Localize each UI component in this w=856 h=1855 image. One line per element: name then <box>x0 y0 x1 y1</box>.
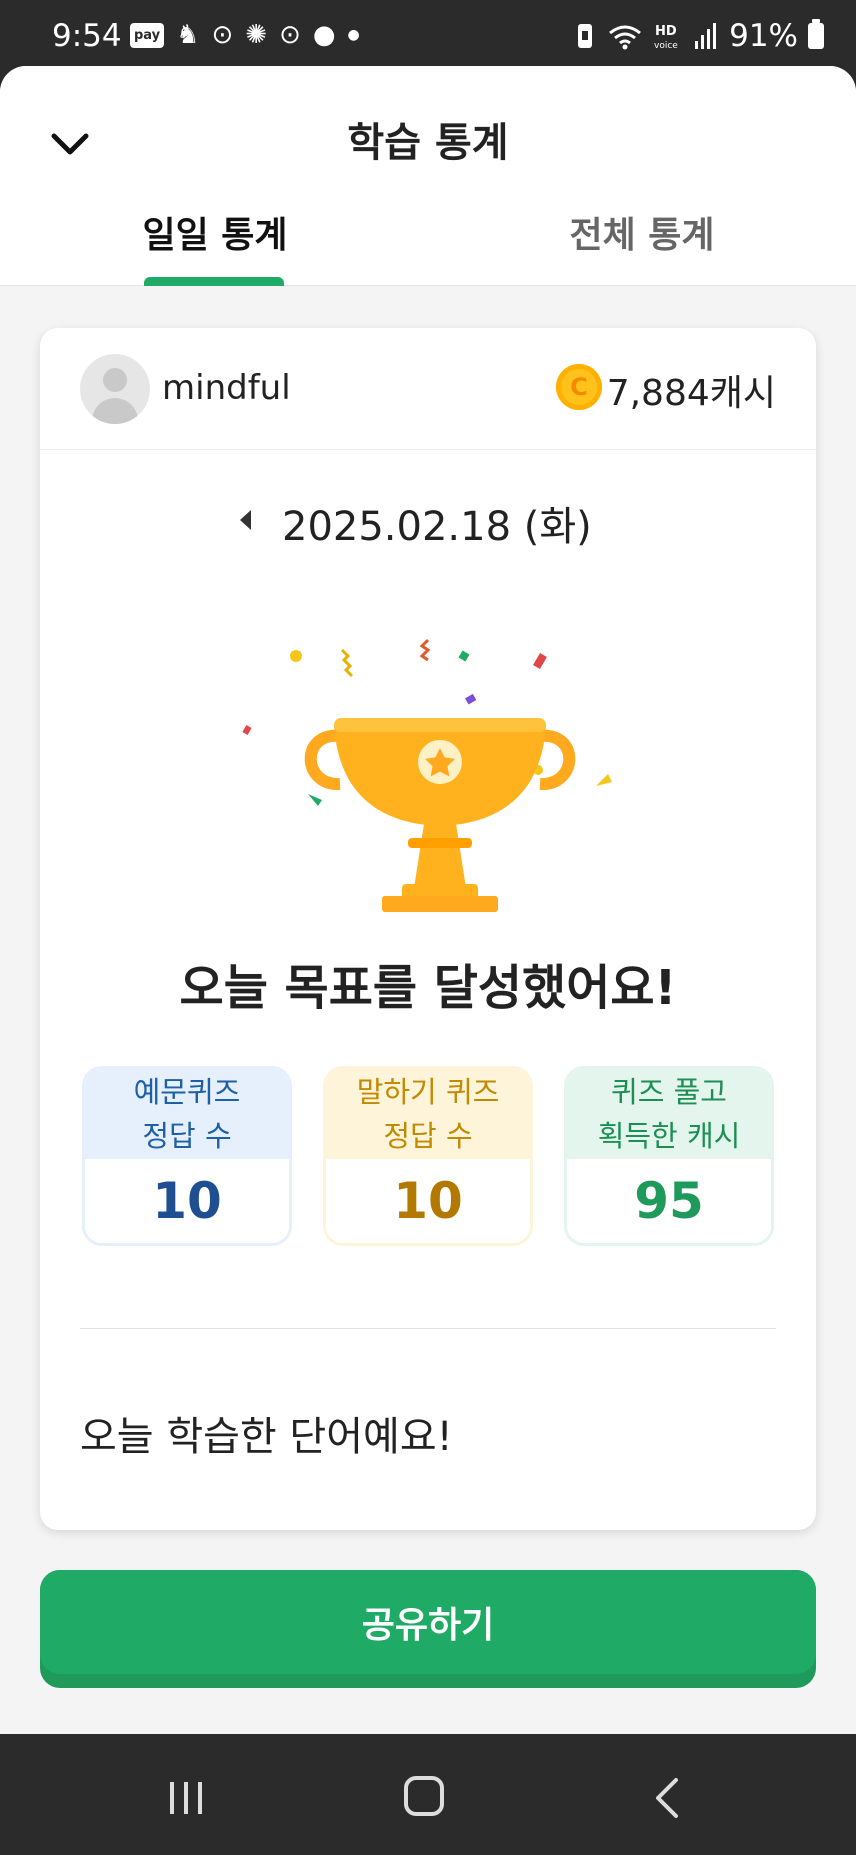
learned-words-title: 오늘 학습한 단어예요! <box>80 1414 453 1460</box>
settings-icon: ✺ <box>245 20 268 50</box>
statistics-sheet: 학습 통계 일일 통계 전체 통계 mindful C 7,884캐시 2025… <box>0 66 856 1734</box>
share-button[interactable]: 공유하기 <box>40 1570 816 1688</box>
chat-icon: ● <box>312 20 336 50</box>
stat-label-line: 말하기 퀴즈 <box>356 1075 500 1109</box>
trophy-icon <box>242 638 612 912</box>
confetti <box>533 652 547 670</box>
confetti <box>419 638 431 662</box>
daily-stats-card: mindful C 7,884캐시 2025.02.18 (화) 오늘 목표를 … <box>40 328 816 1530</box>
trophy-rim <box>334 718 546 732</box>
trophy-handle-left <box>304 729 341 790</box>
confetti <box>596 774 612 786</box>
page-title: 학습 통계 <box>347 120 509 166</box>
tab-daily-stats[interactable]: 일일 통계 <box>65 206 365 258</box>
goal-achieved-message: 오늘 목표를 달성했어요! <box>179 960 677 1016</box>
wifi-icon <box>609 25 642 50</box>
confetti <box>458 650 470 662</box>
signal-icon <box>695 23 717 49</box>
stat-example-quiz-correct: 예문퀴즈 정답 수 10 <box>82 1066 292 1246</box>
avatar <box>80 354 150 424</box>
svg-text:voice: voice <box>654 41 678 51</box>
tab-total-stats[interactable]: 전체 통계 <box>492 206 792 258</box>
hd-voice-icon: HD voice <box>654 24 678 51</box>
cash-amount: 7,884캐시 <box>606 373 776 414</box>
stat-label-line: 예문퀴즈 <box>133 1075 241 1109</box>
back-icon[interactable] <box>648 1776 688 1820</box>
confetti <box>465 693 477 705</box>
o-app-icon: ⊙ <box>211 20 234 50</box>
status-bar: 9:54 pay ♞ ⊙ ✺ ⊙ ● ● HD voice 91% <box>0 0 856 66</box>
stat-speaking-quiz-correct: 말하기 퀴즈 정답 수 10 <box>323 1066 533 1246</box>
date-label: 2025.02.18 (화) <box>282 504 592 550</box>
stat-label-line: 획득한 캐시 <box>597 1119 741 1153</box>
stat-label: 예문퀴즈 정답 수 <box>85 1069 289 1159</box>
stat-value: 95 <box>567 1159 771 1243</box>
divider <box>80 1328 776 1329</box>
coin-icon: C <box>556 364 602 410</box>
svg-text:HD: HD <box>655 24 677 39</box>
more-dot-icon: ● <box>347 27 360 43</box>
system-status: HD voice 91% <box>573 18 824 54</box>
stat-quiz-cash-earned: 퀴즈 풀고 획득한 캐시 95 <box>564 1066 774 1246</box>
notification-icons: pay ♞ ⊙ ✺ ⊙ ● ● <box>130 22 360 48</box>
navigation-bar <box>0 1734 856 1855</box>
confetti <box>308 794 322 806</box>
active-tab-indicator <box>144 277 284 286</box>
stat-value: 10 <box>326 1159 530 1243</box>
share-button-label: 공유하기 <box>40 1570 816 1674</box>
confetti <box>290 650 302 662</box>
avatar-head <box>103 368 127 392</box>
pay-icon: pay <box>130 22 165 48</box>
trophy-ring <box>408 838 472 848</box>
previous-date-arrow-icon[interactable] <box>240 510 251 530</box>
username: mindful <box>162 368 291 408</box>
status-time: 9:54 <box>52 18 122 54</box>
profile-row: mindful C 7,884캐시 <box>40 328 816 450</box>
trophy-handle-right <box>539 729 576 790</box>
recent-apps-icon[interactable] <box>166 1778 206 1818</box>
stat-value: 10 <box>85 1159 289 1243</box>
header: 학습 통계 일일 통계 전체 통계 <box>0 66 856 286</box>
avatar-body <box>92 398 138 424</box>
trophy-base <box>382 896 498 912</box>
stat-label-line: 정답 수 <box>142 1119 232 1153</box>
stat-label-line: 정답 수 <box>383 1119 473 1153</box>
trophy-stem <box>414 824 466 888</box>
stat-label: 퀴즈 풀고 획득한 캐시 <box>567 1069 771 1159</box>
confetti <box>242 725 252 735</box>
confetti <box>340 648 354 678</box>
vibration-icon <box>578 24 593 48</box>
app-icon: ♞ <box>176 20 200 50</box>
stat-label-line: 퀴즈 풀고 <box>611 1075 727 1109</box>
battery-percent: 91% <box>729 18 798 54</box>
stat-label: 말하기 퀴즈 정답 수 <box>326 1069 530 1159</box>
battery-icon <box>808 19 824 49</box>
home-icon[interactable] <box>404 1776 444 1816</box>
o-app-icon-2: ⊙ <box>279 20 301 50</box>
